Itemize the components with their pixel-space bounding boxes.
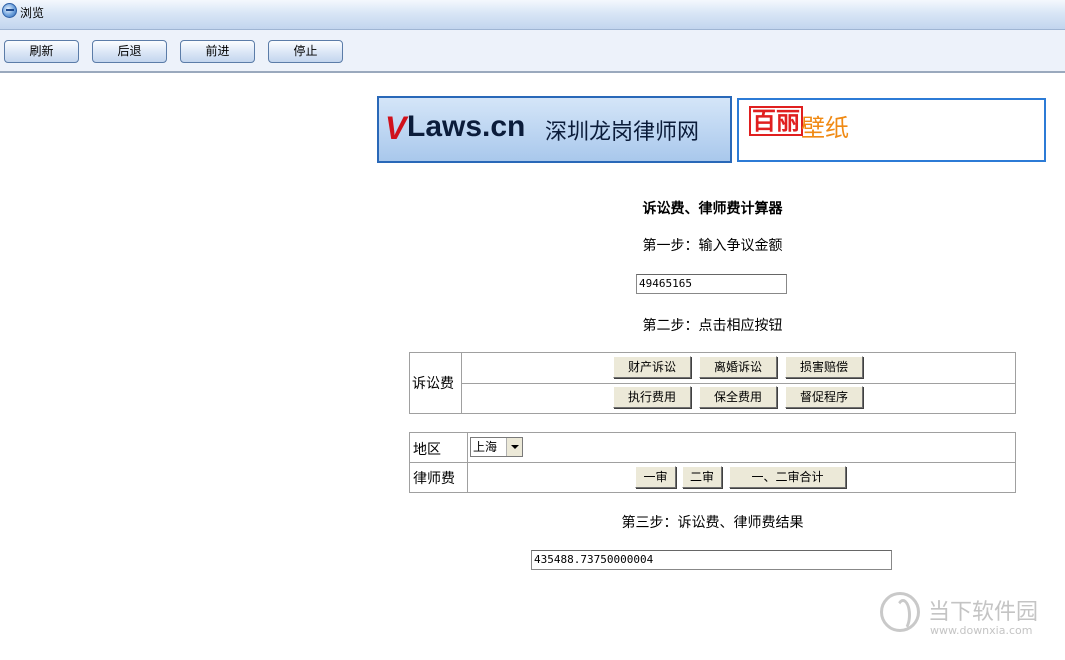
divorce-litigation-button[interactable]: 离婚诉讼 — [699, 356, 777, 378]
watermark-url: www.downxia.com — [930, 624, 1033, 637]
execution-fee-button[interactable]: 执行费用 — [613, 386, 691, 408]
step3-label: 第三步：诉讼费、律师费结果 — [621, 515, 804, 531]
logo-text: Laws.cn — [407, 110, 526, 143]
browser-globe-icon — [2, 3, 17, 18]
litigation-fee-label: 诉讼费 — [412, 376, 454, 392]
region-select-value: 上海 — [473, 440, 498, 454]
banner-brand-orange: 壁纸 — [801, 114, 849, 142]
watermark-name: 当下软件园 — [928, 600, 1039, 625]
window-title: 浏览 — [20, 6, 45, 20]
first-instance-button[interactable]: 一审 — [635, 466, 676, 488]
preservation-fee-button[interactable]: 保全费用 — [699, 386, 777, 408]
result-field[interactable]: 435488.73750000004 — [531, 550, 892, 570]
amount-input[interactable]: 49465165 — [636, 274, 787, 294]
watermark-logo-icon — [880, 592, 920, 632]
lawyer-fee-label: 律师费 — [413, 471, 455, 487]
supervision-procedure-button[interactable]: 督促程序 — [785, 386, 863, 408]
forward-button[interactable]: 前进 — [180, 40, 255, 63]
combined-instance-button[interactable]: 一、二审合计 — [729, 466, 846, 488]
banner-brand-red: 百丽 — [749, 106, 803, 136]
region-label: 地区 — [413, 442, 441, 458]
back-button[interactable]: 后退 — [92, 40, 167, 63]
logo-v: V — [385, 110, 407, 146]
window-title-bar: 浏览 — [0, 0, 1065, 30]
chevron-down-icon[interactable] — [506, 438, 522, 456]
property-litigation-button[interactable]: 财产诉讼 — [613, 356, 691, 378]
second-instance-button[interactable]: 二审 — [682, 466, 722, 488]
calculator-title: 诉讼费、律师费计算器 — [642, 201, 783, 217]
refresh-button[interactable]: 刷新 — [4, 40, 79, 63]
step1-label: 第一步：输入争议金额 — [642, 238, 783, 254]
banner-subtitle: 深圳龙岗律师网 — [545, 120, 700, 145]
stop-button[interactable]: 停止 — [268, 40, 343, 63]
vlaws-banner[interactable]: V Laws.cn 深圳龙岗律师网 — [377, 96, 732, 163]
region-select[interactable]: 上海 — [470, 437, 523, 457]
step2-label: 第二步：点击相应按钮 — [642, 318, 783, 334]
damages-button[interactable]: 损害赔偿 — [785, 356, 863, 378]
wallpaper-banner[interactable]: 百丽 壁纸 — [737, 98, 1046, 162]
browser-toolbar: 刷新 后退 前进 停止 — [0, 30, 1065, 73]
